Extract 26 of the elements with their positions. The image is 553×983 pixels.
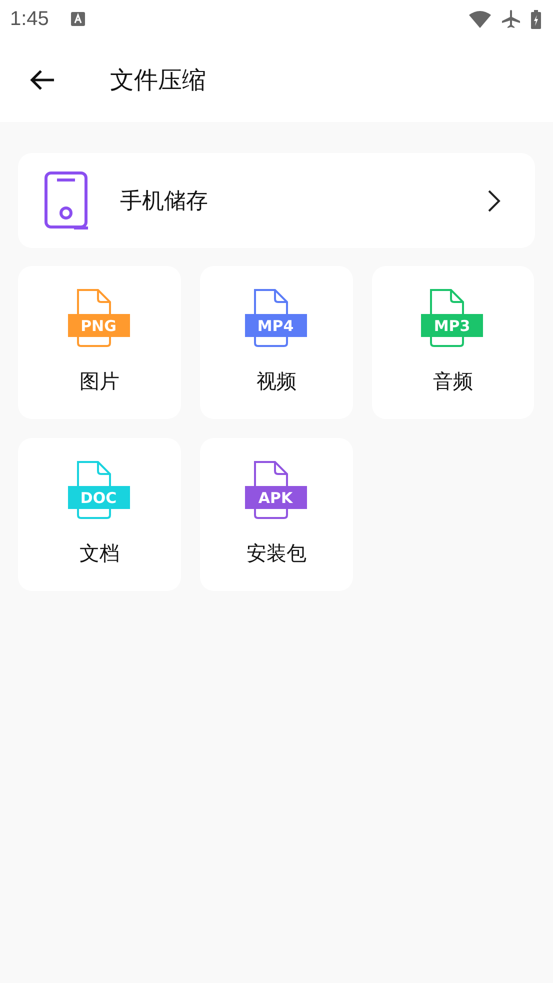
phone-icon xyxy=(44,170,90,230)
category-label: 图片 xyxy=(80,368,120,395)
file-type-badge: APK xyxy=(244,486,306,509)
category-tile[interactable]: DOC 文档 xyxy=(18,438,181,591)
file-type-badge: DOC xyxy=(68,486,130,509)
file-type-badge: MP3 xyxy=(421,314,483,337)
keyboard-notification-icon xyxy=(70,12,85,26)
category-tile[interactable]: MP4 视频 xyxy=(200,266,353,419)
category-tile[interactable]: APK 安装包 xyxy=(200,438,353,591)
category-label: 文档 xyxy=(80,540,120,567)
back-arrow-icon xyxy=(30,69,56,91)
wifi-icon xyxy=(469,10,491,28)
category-tile[interactable]: MP3 音频 xyxy=(372,266,534,419)
storage-card[interactable]: 手机储存 xyxy=(18,153,535,248)
file-type-badge: PNG xyxy=(68,314,130,337)
file-type-badge: MP4 xyxy=(244,314,306,337)
battery-icon xyxy=(531,10,541,28)
storage-label: 手机储存 xyxy=(120,188,209,216)
category-label: 音频 xyxy=(433,368,473,395)
category-tile[interactable]: PNG 图片 xyxy=(18,266,181,419)
status-time: 1:45 xyxy=(10,8,49,30)
category-label: 视频 xyxy=(256,368,296,395)
chevron-right-icon xyxy=(487,188,501,212)
page-title: 文件压缩 xyxy=(110,65,206,96)
category-label: 安装包 xyxy=(246,540,306,567)
airplane-icon xyxy=(501,9,521,29)
